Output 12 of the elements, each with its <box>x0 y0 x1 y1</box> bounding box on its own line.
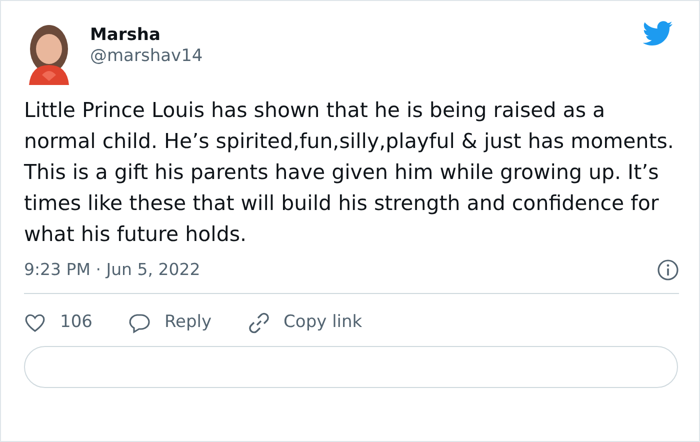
reply-button[interactable]: Reply <box>128 310 212 336</box>
like-button[interactable]: 106 <box>24 310 92 336</box>
heart-icon <box>24 312 46 334</box>
bird-icon[interactable] <box>643 21 673 46</box>
timestamp[interactable]: 9:23 PM · Jun 5, 2022 <box>24 258 200 283</box>
copy-link-button[interactable]: Copy link <box>248 310 362 336</box>
speech-bubble-icon <box>128 312 150 334</box>
tweet-text: Little Prince Louis has shown that he is being raised as a normal child. He’s spirited,fun,silly,playful & just has moments. This is a gift his parents have given him while growing up. It’s times like these that will build his strength and confidence for what his future holds. <box>24 97 675 248</box>
author-handle[interactable]: @marshav14 <box>90 45 643 68</box>
link-icon <box>248 312 270 334</box>
author-name[interactable]: Marsha <box>90 25 643 46</box>
info-icon[interactable] <box>657 259 679 282</box>
